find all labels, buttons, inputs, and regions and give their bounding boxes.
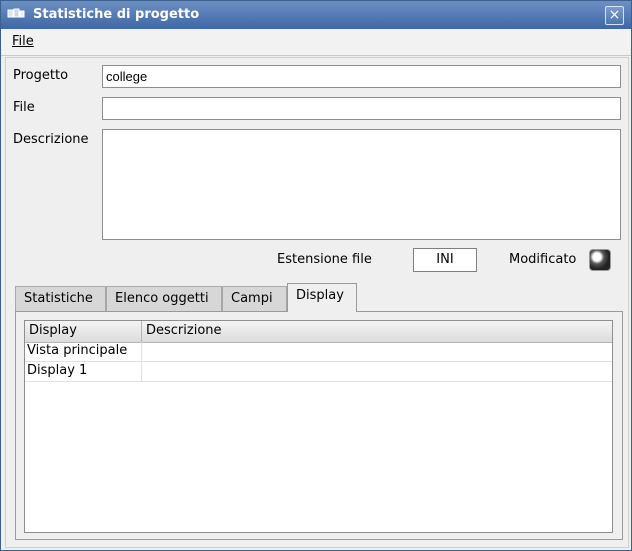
table-cell-display: Display 1 bbox=[25, 362, 142, 382]
tab-elenco-oggetti[interactable]: Elenco oggetti bbox=[106, 286, 222, 311]
display-table: Display Descrizione Vista principale Dis… bbox=[24, 320, 613, 533]
menu-file[interactable]: File bbox=[12, 34, 34, 49]
table-cell-descrizione bbox=[142, 362, 612, 382]
menu-file-label: File bbox=[12, 34, 34, 49]
content-panel: Progetto File Descrizione Estensione fil… bbox=[5, 57, 629, 548]
close-icon[interactable]: × bbox=[605, 6, 624, 25]
tab-elenco-oggetti-label: Elenco oggetti bbox=[115, 291, 209, 306]
file-label: File bbox=[13, 100, 35, 115]
column-header-display[interactable]: Display bbox=[25, 321, 142, 342]
tab-display-label: Display bbox=[296, 288, 344, 303]
tab-display[interactable]: Display bbox=[287, 283, 357, 312]
file-input[interactable] bbox=[102, 97, 621, 120]
table-cell-display: Vista principale bbox=[25, 342, 142, 362]
menu-bar: File bbox=[1, 29, 631, 56]
modified-indicator-icon bbox=[589, 249, 611, 271]
modificato-label: Modificato bbox=[509, 252, 577, 267]
table-row[interactable]: Display 1 bbox=[25, 362, 612, 382]
tab-bar: Statistiche Elenco oggetti Campi Display bbox=[15, 283, 626, 312]
estensione-label: Estensione file bbox=[277, 252, 372, 267]
tab-campi[interactable]: Campi bbox=[222, 286, 287, 311]
estensione-field: INI bbox=[413, 248, 477, 272]
table-header: Display Descrizione bbox=[25, 321, 612, 343]
display-tab-panel: Display Descrizione Vista principale Dis… bbox=[15, 311, 623, 540]
tab-statistiche-label: Statistiche bbox=[24, 291, 93, 306]
descrizione-textarea[interactable] bbox=[102, 129, 621, 240]
tab-campi-label: Campi bbox=[231, 291, 273, 306]
progetto-label: Progetto bbox=[13, 68, 69, 83]
window-title: Statistiche di progetto bbox=[33, 7, 200, 22]
window: Statistiche di progetto × File Progetto … bbox=[0, 0, 632, 551]
column-header-descrizione[interactable]: Descrizione bbox=[142, 321, 612, 342]
table-cell-descrizione bbox=[142, 342, 612, 362]
app-icon bbox=[7, 8, 25, 18]
progetto-input[interactable] bbox=[102, 65, 621, 88]
title-bar[interactable]: Statistiche di progetto × bbox=[1, 1, 631, 29]
descrizione-label: Descrizione bbox=[13, 132, 89, 147]
table-row[interactable]: Vista principale bbox=[25, 342, 612, 362]
tab-statistiche[interactable]: Statistiche bbox=[15, 286, 106, 311]
